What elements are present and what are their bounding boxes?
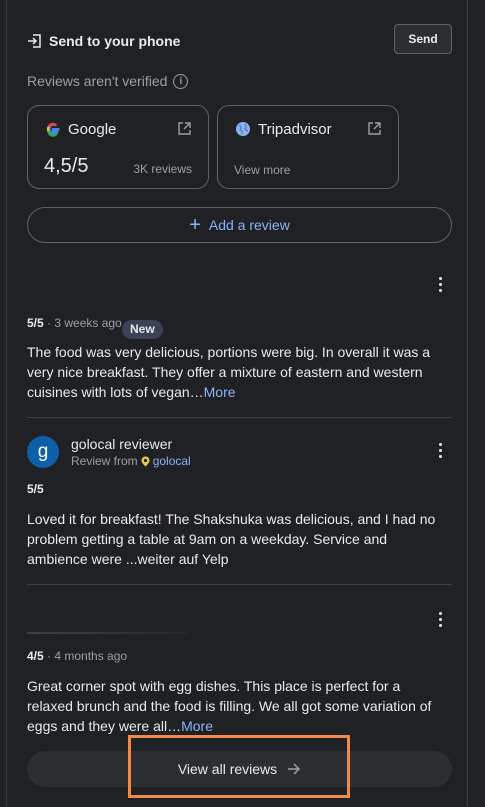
review-text: Great corner spot with egg dishes. This … xyxy=(27,676,447,736)
send-button[interactable]: Send xyxy=(394,24,452,54)
review-body: Great corner spot with egg dishes. This … xyxy=(27,678,432,734)
review-menu-icon[interactable] xyxy=(438,443,442,459)
add-review-label: Add a review xyxy=(208,217,290,233)
review-meta: 5/5 · 3 weeks ago xyxy=(27,316,122,330)
review-source-prefix: Review from xyxy=(71,454,138,468)
review-text: Loved it for breakfast! The Shakshuka wa… xyxy=(27,511,436,567)
review-more-link[interactable]: More xyxy=(204,384,236,400)
review-meta: 4/5 · 4 months ago xyxy=(27,649,127,663)
review-divider xyxy=(27,584,452,585)
highlight-box xyxy=(128,735,350,798)
google-source-name: Google xyxy=(68,121,117,138)
verified-note-text: Reviews aren't verified xyxy=(27,73,168,89)
google-reviews-card[interactable]: Google 4,5/5 3K reviews xyxy=(27,105,209,189)
faded-author-line xyxy=(27,632,187,634)
open-external-icon xyxy=(368,122,381,135)
tripadvisor-view-more: View more xyxy=(234,163,291,177)
review-meta: 5/5 xyxy=(27,482,44,496)
golocal-icon xyxy=(141,456,150,466)
avatar[interactable]: g xyxy=(27,436,59,468)
golocal-link[interactable]: golocal xyxy=(153,454,191,468)
review-menu-icon[interactable] xyxy=(438,277,442,293)
review-age: · 3 weeks ago xyxy=(43,316,122,330)
reviewer-name[interactable]: golocal reviewer xyxy=(71,436,172,452)
panel-left-border xyxy=(6,0,7,807)
info-icon[interactable]: i xyxy=(173,73,189,89)
review-text: The food was very delicious, portions we… xyxy=(27,342,447,402)
review-score: 5/5 xyxy=(27,316,44,330)
google-rating: 4,5/5 xyxy=(44,155,89,177)
globe-icon xyxy=(236,122,250,136)
review-menu-icon[interactable] xyxy=(438,612,442,628)
tripadvisor-reviews-card[interactable]: Tripadvisor View more xyxy=(217,105,399,189)
google-review-count: 3K reviews xyxy=(133,162,192,176)
tripadvisor-source-name: Tripadvisor xyxy=(258,121,332,138)
new-badge: New xyxy=(122,320,163,339)
panel-right-border xyxy=(467,0,468,807)
open-external-icon xyxy=(178,122,191,135)
review-divider xyxy=(27,417,452,418)
send-to-phone-row: Send to your phone Send xyxy=(27,24,452,54)
send-to-phone-label: Send to your phone xyxy=(49,33,181,49)
send-to-phone-icon xyxy=(28,34,41,48)
review-age: · 4 months ago xyxy=(43,649,128,663)
review-score: 4/5 xyxy=(27,649,44,663)
review-source: Review from golocal xyxy=(71,454,191,468)
google-logo-icon xyxy=(46,122,60,137)
review-more-link[interactable]: More xyxy=(181,718,213,734)
reviews-not-verified-note: Reviews aren't verified i xyxy=(27,73,189,89)
add-review-button[interactable]: + Add a review xyxy=(27,207,452,243)
review-score: 5/5 xyxy=(27,482,44,496)
plus-icon: + xyxy=(189,214,201,236)
